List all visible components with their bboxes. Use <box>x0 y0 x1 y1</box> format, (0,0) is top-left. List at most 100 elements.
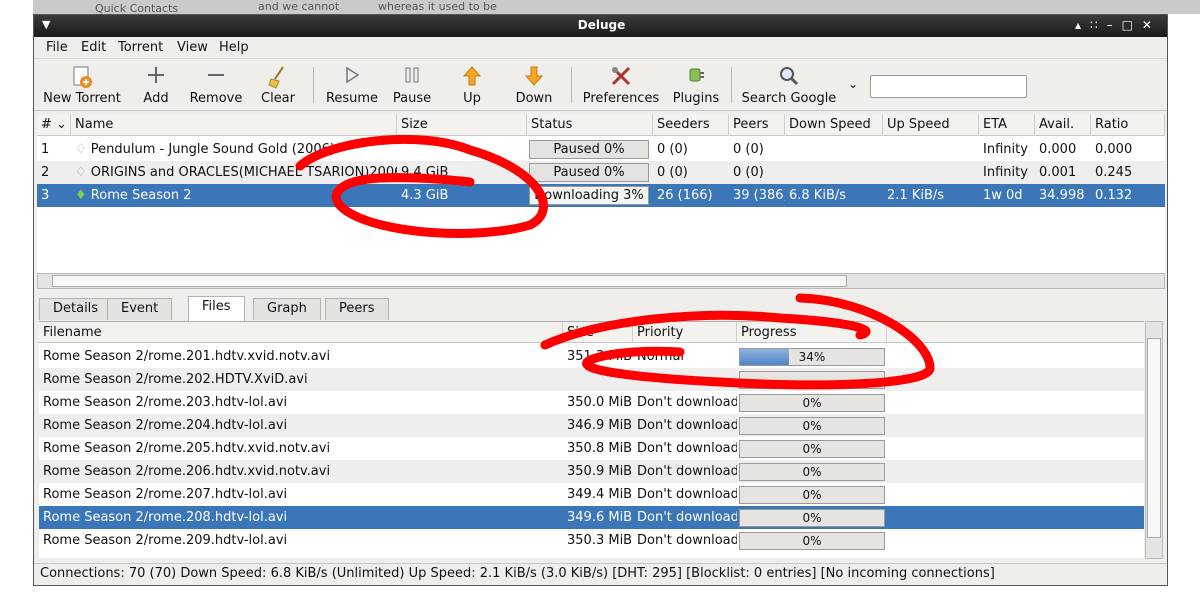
broom-icon <box>256 65 300 91</box>
column-down-speed[interactable]: Down Speed <box>785 114 883 136</box>
tab-graph[interactable]: Graph <box>253 298 321 320</box>
scrollbar-thumb[interactable] <box>1147 338 1161 538</box>
tab-files[interactable]: Files <box>188 296 245 321</box>
file-priority[interactable]: Don't download <box>633 506 737 529</box>
file-row-selected[interactable]: Rome Season 2/rome.208.hdtv-lol.avi 349.6… <box>39 506 1144 529</box>
file-size <box>563 368 633 391</box>
file-progress-bar: 0% <box>739 463 885 481</box>
column-avail[interactable]: Avail. <box>1035 114 1091 136</box>
file-name: Rome Season 2/rome.208.hdtv-lol.avi <box>43 510 288 525</box>
menu-edit[interactable]: Edit <box>81 40 106 55</box>
file-row[interactable]: Rome Season 2/rome.202.HDTV.XviD.avi <box>39 368 1144 391</box>
column-peers[interactable]: Peers <box>729 114 785 136</box>
file-row[interactable]: Rome Season 2/rome.201.hdtv.xvid.notv.av… <box>39 345 1144 368</box>
file-size: 349.4 MiB <box>567 487 633 502</box>
add-button[interactable]: Add <box>134 59 178 111</box>
column-name[interactable]: Name <box>71 114 397 136</box>
search-google-button[interactable]: Search Google <box>741 59 837 111</box>
torrent-size <box>397 138 527 161</box>
torrent-list-scrollbar[interactable] <box>37 273 1165 289</box>
window-controls[interactable]: ▴∷–□✕ <box>1075 18 1161 32</box>
file-priority[interactable]: Don't download <box>633 460 737 483</box>
file-list-header: Filename Size Priority Progress <box>39 321 1144 344</box>
torrent-size: 9.4 GiB <box>401 165 449 180</box>
progress-label: 0% <box>802 396 822 410</box>
search-input[interactable] <box>870 75 1027 98</box>
file-row[interactable]: Rome Season 2/rome.207.hdtv-lol.avi 349.4… <box>39 483 1144 506</box>
column-filename[interactable]: Filename <box>39 322 563 344</box>
file-progress-bar: 0% <box>739 509 885 527</box>
plugins-button[interactable]: Plugins <box>667 59 725 111</box>
file-name: Rome Season 2/rome.206.hdtv.xvid.notv.av… <box>43 464 331 479</box>
file-name: Rome Season 2/rome.201.hdtv.xvid.notv.av… <box>43 349 331 364</box>
file-name: Rome Season 2/rome.205.hdtv.xvid.notv.av… <box>43 441 331 456</box>
menu-help[interactable]: Help <box>219 40 249 55</box>
file-row[interactable]: Rome Season 2/rome.209.hdtv-lol.avi 350.3… <box>39 529 1144 552</box>
torrent-row-selected[interactable]: 3 ♦ Rome Season 2 4.3 GiB Downloading 3%… <box>37 184 1165 207</box>
column-status[interactable]: Status <box>527 114 653 136</box>
file-name: Rome Season 2/rome.207.hdtv-lol.avi <box>43 487 288 502</box>
file-row[interactable]: Rome Season 2/rome.203.hdtv-lol.avi 350.0… <box>39 391 1144 414</box>
preferences-button[interactable]: Preferences <box>581 59 661 111</box>
torrent-row[interactable]: 2 ♢ ORIGINS and ORACLES(MICHAEL TSARION)… <box>37 161 1165 184</box>
menu-view[interactable]: View <box>177 40 208 55</box>
tab-event-log[interactable]: Event Log <box>107 298 173 336</box>
file-priority[interactable]: Don't download <box>633 391 737 414</box>
toolbar-separator <box>571 67 572 103</box>
file-priority[interactable]: Don't download <box>633 414 737 437</box>
tab-peers[interactable]: Peers <box>325 298 389 320</box>
progress-label: 0% <box>802 534 822 548</box>
column-size[interactable]: Size <box>397 114 527 136</box>
window-title: Deluge <box>577 18 626 32</box>
queue-down-button[interactable]: Down <box>513 59 555 111</box>
torrent-list-header: # ⌄ Name Size Status Seeders Peers Down … <box>37 114 1165 136</box>
file-progress-bar: 0% <box>739 417 885 435</box>
torrent-row[interactable]: 1 ♢ Pendulum - Jungle Sound Gold (2006) … <box>37 138 1165 161</box>
menu-file[interactable]: File <box>46 40 68 55</box>
file-priority[interactable] <box>633 368 737 391</box>
torrent-status: Paused 0% <box>529 163 649 182</box>
column-ratio[interactable]: Ratio <box>1091 114 1165 136</box>
remove-button[interactable]: Remove <box>188 59 244 111</box>
tab-details[interactable]: Details <box>39 298 113 320</box>
torrent-paused-icon: ♢ <box>75 165 87 180</box>
pause-button[interactable]: Pause <box>389 59 435 111</box>
column-priority[interactable]: Priority <box>633 322 737 344</box>
file-progress-bar: 0% <box>739 440 885 458</box>
column-eta[interactable]: ETA <box>979 114 1035 136</box>
menu-torrent[interactable]: Torrent <box>118 40 163 55</box>
file-row[interactable]: Rome Season 2/rome.204.hdtv-lol.avi 346.9… <box>39 414 1144 437</box>
file-priority[interactable]: Normal <box>633 345 737 368</box>
file-progress-bar <box>739 371 885 389</box>
torrent-status: Downloading 3% <box>529 186 649 205</box>
progress-fill <box>740 349 789 365</box>
scrollbar-thumb[interactable] <box>52 275 847 287</box>
chevron-down-icon[interactable]: ⌄ <box>848 77 858 91</box>
file-progress-bar: 0% <box>739 532 885 550</box>
file-row[interactable]: Rome Season 2/rome.206.hdtv.xvid.notv.av… <box>39 460 1144 483</box>
column-up-speed[interactable]: Up Speed <box>883 114 979 136</box>
file-priority[interactable]: Don't download <box>633 483 737 506</box>
torrent-name: ORIGINS and ORACLES(MICHAEL TSARION)2006… <box>90 165 397 180</box>
plus-icon <box>134 65 178 91</box>
minus-icon <box>188 65 244 91</box>
magnifier-icon <box>741 65 837 91</box>
column-file-size[interactable]: Size <box>563 322 633 344</box>
clear-button[interactable]: Clear <box>256 59 300 111</box>
file-name: Rome Season 2/rome.202.HDTV.XviD.avi <box>43 372 308 387</box>
file-size: 346.9 MiB <box>567 418 633 433</box>
new-torrent-button[interactable]: New Torrent <box>42 59 122 111</box>
file-priority[interactable]: Don't download <box>633 529 737 552</box>
file-priority[interactable]: Don't download <box>633 437 737 460</box>
file-size: 350.3 MiB <box>567 533 633 548</box>
column-number[interactable]: # ⌄ <box>37 114 71 136</box>
resume-button[interactable]: Resume <box>324 59 380 111</box>
title-bar: ▼ Deluge ▴∷–□✕ <box>34 15 1167 37</box>
file-row[interactable]: Rome Season 2/rome.205.hdtv.xvid.notv.av… <box>39 437 1144 460</box>
queue-up-button[interactable]: Up <box>454 59 490 111</box>
torrent-list: 1 ♢ Pendulum - Jungle Sound Gold (2006) … <box>37 136 1165 273</box>
file-list-scrollbar[interactable] <box>1145 321 1163 559</box>
column-progress[interactable]: Progress <box>737 322 887 344</box>
column-seeders[interactable]: Seeders <box>653 114 729 136</box>
down-arrow-icon <box>513 65 555 91</box>
